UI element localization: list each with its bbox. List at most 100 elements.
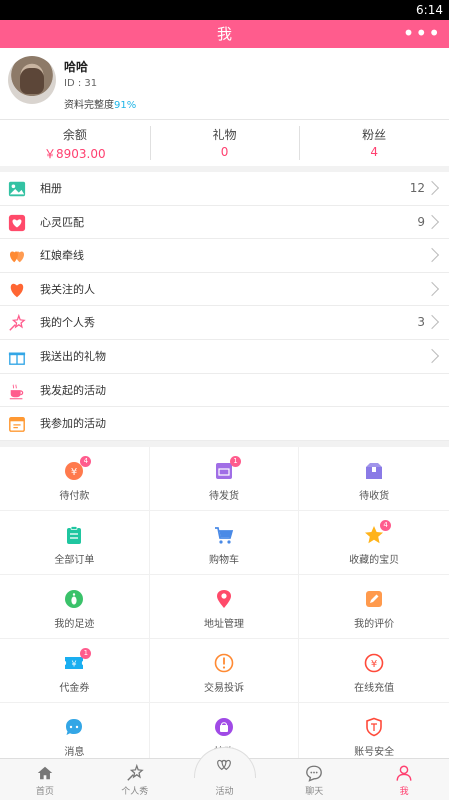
grid-item-label: 账号安全 — [354, 746, 395, 758]
svg-text:¥: ¥ — [72, 659, 77, 668]
grid-item[interactable]: 地址管理 — [149, 574, 300, 639]
menu-item[interactable]: 心灵匹配 9 — [0, 206, 449, 240]
grid-item[interactable]: 全部订单 — [0, 510, 150, 575]
menu-item-label: 我的个人秀 — [40, 316, 95, 330]
grid-item-label: 待发货 — [208, 490, 239, 502]
grid-item-label: 购物车 — [208, 554, 239, 566]
grid-item[interactable]: 购物车 — [149, 510, 300, 575]
chevron-right-icon — [424, 248, 440, 263]
star-wand-icon — [8, 314, 26, 332]
chevron-right-icon — [424, 348, 440, 364]
grid-item[interactable]: 我的评价 — [299, 575, 449, 639]
chat-face-icon — [64, 717, 84, 737]
tab-label: 聊天 — [305, 787, 324, 797]
person-icon — [395, 764, 413, 782]
star-icon: 4 — [364, 519, 392, 545]
tab-item[interactable]: 聊天 — [269, 759, 359, 800]
grid-item[interactable]: 我的足迹 — [0, 574, 150, 639]
clipboard-icon — [64, 525, 84, 545]
edit-icon — [364, 589, 384, 609]
status-bar: 6:14 — [0, 0, 449, 20]
grid-item-label: 我的评价 — [354, 618, 395, 630]
tab-label: 我 — [399, 787, 409, 797]
grid-item[interactable]: ¥4 待付款 — [0, 446, 150, 511]
tab-item[interactable]: 个人秀 — [90, 759, 180, 800]
stat-gifts[interactable]: 礼物 0 — [149, 120, 300, 166]
more-menu-button[interactable]: ••• — [403, 20, 441, 46]
menu-item[interactable]: 我参加的活动 — [0, 407, 449, 441]
tab-item[interactable]: 活动 — [180, 747, 270, 800]
stat-label: 粉丝 — [362, 128, 387, 142]
menu-item[interactable]: 我发起的活动 — [0, 374, 449, 408]
chevron-right-icon — [424, 281, 440, 296]
menu-item-label: 我送出的礼物 — [40, 349, 106, 363]
menu-item[interactable]: 我的个人秀 3 — [0, 306, 449, 340]
location-pin-icon — [214, 589, 234, 609]
grid-item[interactable]: 交易投诉 — [149, 638, 300, 703]
profile-id: ID : 31 — [64, 78, 98, 89]
menu-item-label: 相册 — [40, 182, 62, 195]
grid-item[interactable]: ¥1 代金券 — [0, 638, 150, 703]
stat-fans[interactable]: 粉丝 4 — [299, 120, 449, 166]
coffee-cup-icon — [8, 382, 26, 400]
avatar[interactable] — [8, 56, 56, 104]
grid-item-label: 在线充值 — [354, 682, 395, 694]
chevron-right-icon — [424, 180, 440, 196]
grid-item[interactable]: 待收货 — [299, 447, 449, 511]
grid-item-label: 全部订单 — [54, 554, 95, 566]
cart-icon — [214, 525, 234, 545]
menu-item-label: 我发起的活动 — [40, 383, 106, 397]
menu-item-count: 3 — [417, 315, 425, 330]
menu-item[interactable]: 红娘牵线 — [0, 239, 449, 273]
grid-item-label: 地址管理 — [203, 618, 244, 630]
menu-item-label: 心灵匹配 — [40, 215, 84, 229]
tab-item[interactable]: 首页 — [0, 759, 90, 800]
tab-label: 活动 — [215, 787, 234, 797]
tab-label: 个人秀 — [121, 787, 149, 797]
star-wand-icon — [126, 763, 144, 782]
stat-value: 4 — [370, 145, 378, 159]
shipping-box-icon: 1 — [214, 455, 241, 481]
grid-item-label: 代金券 — [59, 682, 90, 694]
footprint-icon — [64, 589, 84, 609]
photo-album-icon — [8, 180, 26, 198]
chat-bubble-icon — [305, 764, 323, 782]
count-badge: 4 — [380, 519, 392, 531]
menu-item-count: 12 — [409, 181, 425, 195]
coupon-icon: ¥1 — [64, 647, 92, 673]
grid-item[interactable]: 1 待发货 — [149, 446, 300, 511]
menu-item[interactable]: 我送出的礼物 — [0, 340, 449, 374]
shopping-bag-icon — [214, 717, 234, 737]
completeness-value: 91% — [114, 100, 137, 111]
grid-item-label: 收藏的宝贝 — [349, 554, 400, 566]
stat-label: 礼物 — [212, 128, 237, 142]
gift-icon — [8, 348, 26, 366]
calendar-icon — [8, 415, 26, 433]
matchmaker-icon — [8, 247, 26, 265]
grid-item-label: 待付款 — [59, 490, 90, 502]
menu-item[interactable]: 相册 12 — [0, 172, 449, 206]
home-icon — [36, 764, 54, 782]
stats-bar: 余额 ￥8903.00 礼物 0 粉丝 4 — [0, 120, 449, 166]
menu-item[interactable]: 我关注的人 — [0, 273, 449, 307]
tab-item[interactable]: 我 — [359, 759, 449, 800]
completeness-label: 资料完整度 — [64, 100, 114, 111]
count-badge: 1 — [229, 455, 241, 467]
grid-item[interactable]: ¥ 在线充值 — [299, 639, 449, 703]
menu-item-label: 我关注的人 — [40, 282, 95, 296]
grid-item[interactable]: 4 收藏的宝贝 — [299, 511, 449, 575]
profile-name: 哈哈 — [64, 60, 89, 74]
grid-item-label: 待收货 — [359, 490, 390, 502]
svg-text:¥: ¥ — [371, 659, 377, 670]
menu-item-label: 我参加的活动 — [40, 417, 106, 431]
profile-card[interactable]: 哈哈 ID : 31 资料完整度91% — [0, 48, 449, 120]
yuan-circle-icon: ¥ — [364, 653, 384, 673]
stat-balance[interactable]: 余额 ￥8903.00 — [0, 120, 150, 166]
shield-icon — [364, 717, 384, 737]
stat-label: 余额 — [62, 128, 87, 142]
profile-completeness: 资料完整度91% — [64, 96, 136, 111]
package-icon — [364, 461, 384, 481]
count-badge: 1 — [80, 647, 92, 659]
menu-list: 相册 12 心灵匹配 9 红娘牵线我关注的人我的个人秀 3 我送出的礼物 我发起的活动 我参加的… — [0, 172, 449, 441]
yuan-coin-icon: ¥4 — [64, 455, 92, 481]
